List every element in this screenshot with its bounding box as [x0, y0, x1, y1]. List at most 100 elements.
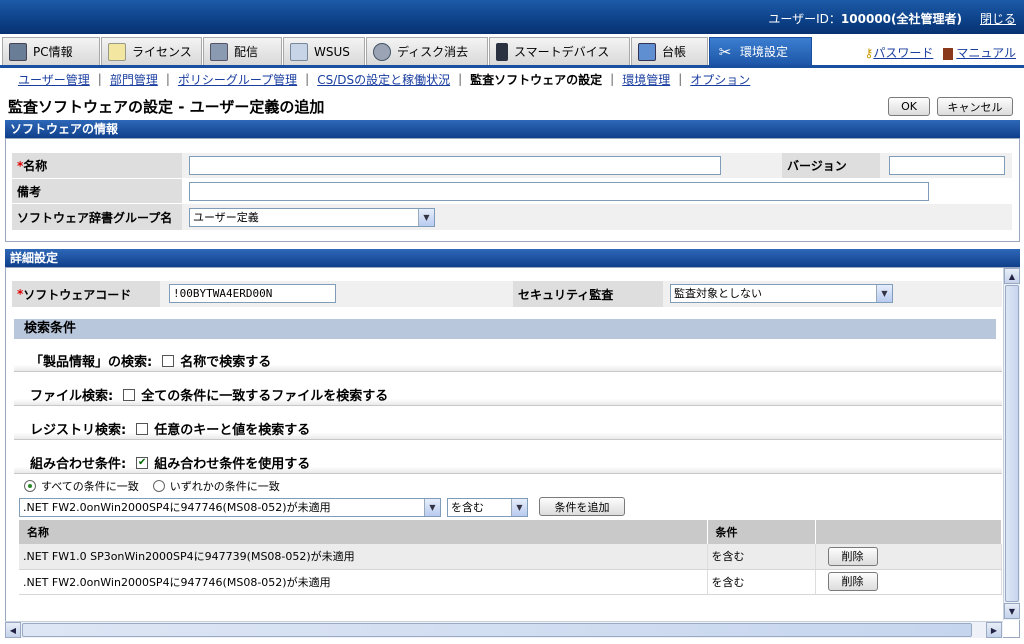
row-action-cell: 削除: [815, 569, 1002, 595]
dict-group-label: ソフトウェア辞書グループ名: [12, 204, 182, 230]
horizontal-scrollbar[interactable]: ◀ ▶: [5, 621, 1003, 638]
chevron-down-icon: ▼: [511, 499, 527, 516]
subnav-audit-software-settings: 監査ソフトウェアの設定: [470, 72, 603, 87]
radio-any-label: いずれかの条件に一致: [169, 480, 280, 493]
close-link[interactable]: 閉じる: [980, 10, 1016, 27]
radio-any-condition[interactable]: [152, 480, 165, 492]
chevron-down-icon: ▼: [424, 499, 440, 516]
utility-links: ⚷パスワード マニュアル: [865, 44, 1016, 61]
radio-all-label: すべての条件に一致: [41, 480, 139, 493]
note-input[interactable]: [189, 182, 929, 201]
radio-all-conditions[interactable]: [24, 480, 36, 492]
software-code-label: * ソフトウェアコード: [12, 281, 160, 307]
add-condition-button[interactable]: 条件を追加: [539, 497, 625, 516]
operator-select[interactable]: を含む ▼: [447, 498, 528, 517]
delete-button[interactable]: 削除: [827, 572, 878, 591]
pc-icon: [9, 42, 27, 61]
subnav-user-management[interactable]: ユーザー管理: [10, 71, 98, 88]
user-id-display: ユーザーID：100000(全社管理者): [768, 10, 962, 27]
scroll-left-icon[interactable]: ◀: [5, 622, 21, 638]
combination-row: 組み合わせ条件: ✔ 組み合わせ条件を使用する: [14, 452, 1002, 474]
security-audit-select[interactable]: 監査対象としない ▼: [670, 284, 893, 303]
chevron-down-icon: ▼: [418, 209, 434, 226]
column-header-action: [815, 520, 1002, 544]
user-id-label: ユーザーID：: [768, 12, 841, 26]
row-condition: を含む: [707, 544, 816, 570]
detail-settings-heading: 詳細設定: [5, 249, 1020, 267]
vertical-scroll-thumb[interactable]: [1005, 285, 1019, 602]
subnav-environment-management[interactable]: 環境管理: [614, 71, 678, 88]
subnav-policy-group-management[interactable]: ポリシーグループ管理: [170, 71, 305, 88]
scroll-down-icon[interactable]: ▼: [1004, 603, 1020, 619]
column-header-name: 名称: [19, 520, 708, 544]
tab-license[interactable]: ライセンス: [101, 37, 202, 65]
product-search-label: 「製品情報」の検索:: [30, 355, 153, 370]
page-title: 監査ソフトウェアの設定 - ユーザー定義の追加: [8, 98, 325, 116]
file-search-checkbox[interactable]: [123, 388, 136, 401]
version-input[interactable]: [889, 156, 1005, 175]
dict-group-value: ユーザー定義: [193, 211, 259, 224]
combination-checkbox[interactable]: ✔: [136, 456, 149, 469]
tab-label: スマートデバイス: [514, 45, 610, 59]
row-action-cell: 削除: [815, 544, 1002, 570]
tab-ledger[interactable]: 台帳: [631, 37, 708, 65]
delete-button[interactable]: 削除: [827, 546, 878, 566]
tab-label: ライセンス: [132, 45, 192, 59]
file-search-label: ファイル検索:: [30, 389, 114, 404]
name-label-text: 名称: [23, 159, 48, 173]
manual-link[interactable]: マニュアル: [943, 44, 1016, 61]
product-search-option: 名称で検索する: [180, 355, 272, 370]
tab-label: 環境設定: [740, 45, 789, 59]
user-id-value: 100000(全社管理者): [840, 12, 962, 26]
condition-select[interactable]: .NET FW2.0onWin2000SP4に947746(MS08-052)が…: [19, 498, 441, 517]
horizontal-scroll-thumb[interactable]: [22, 623, 972, 637]
scroll-up-icon[interactable]: ▲: [1004, 268, 1020, 284]
row-name: .NET FW2.0onWin2000SP4に947746(MS08-052)が…: [19, 569, 708, 595]
password-link-label: パスワード: [873, 46, 934, 60]
search-conditions-heading: 検索条件: [14, 319, 996, 339]
name-input[interactable]: [189, 156, 721, 175]
sub-navigation: ユーザー管理 | 部門管理 | ポリシーグループ管理 | CS/DSの設定と稼働状況 |…: [0, 68, 1024, 90]
software-code-label-text: ソフトウェアコード: [23, 287, 132, 302]
page-title-bar: 監査ソフトウェアの設定 - ユーザー定義の追加: [0, 92, 1024, 118]
software-info-heading: ソフトウェアの情報: [5, 120, 1020, 138]
registry-search-option: 任意のキーと値を検索する: [154, 423, 311, 438]
subnav-cs-ds-settings[interactable]: CS/DSの設定と稼働状況: [309, 71, 458, 88]
row-name: .NET FW1.0 SP3onWin2000SP4に947739(MS08-0…: [19, 544, 708, 570]
security-audit-value: 監査対象としない: [674, 287, 762, 300]
row-condition: を含む: [707, 569, 816, 595]
security-audit-label: セキュリティ監査: [513, 281, 663, 307]
tab-label: ディスク消去: [397, 45, 469, 59]
tab-delivery[interactable]: 配信: [203, 37, 282, 65]
tab-pc-info[interactable]: PC情報: [2, 37, 100, 65]
scroll-right-icon[interactable]: ▶: [986, 622, 1002, 638]
tab-wsus[interactable]: WSUS: [283, 37, 365, 65]
tab-label: 台帳: [662, 45, 687, 59]
product-search-checkbox[interactable]: [162, 354, 175, 367]
tab-smart-device[interactable]: スマートデバイス: [489, 37, 630, 65]
match-mode-group: すべての条件に一致 いずれかの条件に一致: [24, 478, 280, 494]
cancel-button[interactable]: キャンセル: [937, 97, 1013, 116]
subnav-department-management[interactable]: 部門管理: [102, 71, 166, 88]
software-code-input[interactable]: !00BYTWA4ERD00N: [169, 284, 336, 303]
registry-search-checkbox[interactable]: [136, 422, 149, 435]
ledger-icon: [638, 42, 656, 61]
name-label: * 名称: [12, 153, 182, 178]
file-search-row: ファイル検索: 全ての条件に一致するファイルを検索する: [14, 384, 1002, 406]
manual-link-label: マニュアル: [956, 46, 1016, 60]
tab-settings[interactable]: ✂ 環境設定: [709, 37, 812, 65]
subnav-options[interactable]: オプション: [682, 71, 758, 88]
tab-label: PC情報: [33, 45, 73, 59]
registry-search-label: レジストリ検索:: [30, 423, 127, 438]
tab-disk-erase[interactable]: ディスク消去: [366, 37, 488, 65]
table-header-row: 名称 条件: [19, 520, 1002, 544]
conditions-table: 名称 条件 .NET FW1.0 SP3onWin2000SP4に947739(…: [19, 520, 1002, 595]
book-icon: [943, 47, 954, 60]
vertical-scrollbar[interactable]: ▲ ▼: [1003, 268, 1020, 620]
password-link[interactable]: ⚷パスワード: [865, 44, 934, 61]
dict-group-select[interactable]: ユーザー定義 ▼: [189, 208, 435, 227]
chevron-down-icon: ▼: [876, 285, 892, 302]
combination-label: 組み合わせ条件:: [30, 457, 127, 472]
ok-button[interactable]: OK: [888, 97, 930, 116]
smart-device-icon: [496, 42, 508, 61]
